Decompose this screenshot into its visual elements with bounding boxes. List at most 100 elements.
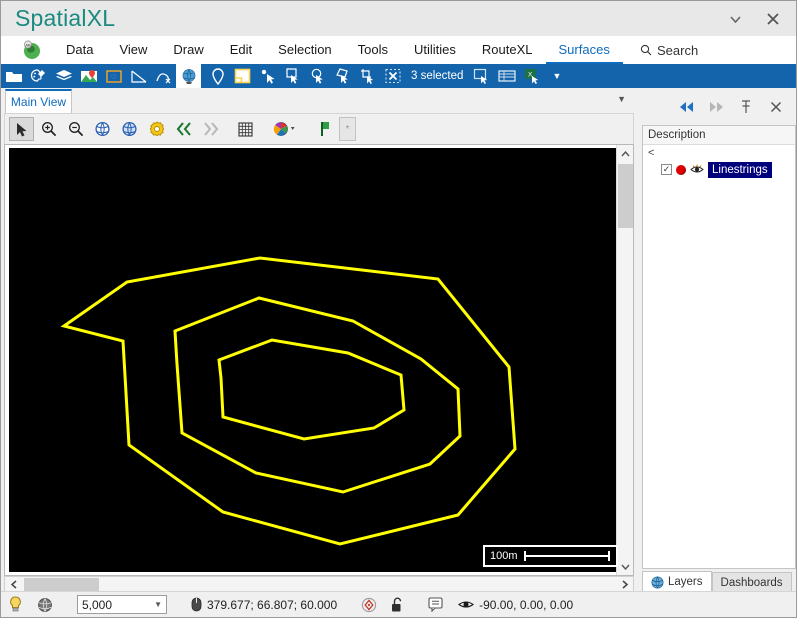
tree-collapse-row[interactable]: < [643,145,795,161]
scale-combo[interactable]: 5,000 ▼ [77,595,167,614]
mouse-icon [191,597,202,612]
chevron-down-icon[interactable] [617,558,634,575]
globe-layer-icon[interactable] [117,117,142,141]
menu-item-draw[interactable]: Draw [160,36,216,64]
lock-toggle-button[interactable] [384,592,411,618]
tab-main-view[interactable]: Main View [5,89,72,113]
view-orientation: -90.00, 0.00, 0.00 [451,592,580,618]
green-flag-icon[interactable] [312,117,337,141]
eye-icon[interactable] [690,164,704,176]
selection-status: 3 selected [411,70,464,82]
open-folder-icon[interactable] [1,64,26,88]
lightbulb-icon [8,596,23,613]
dock-header [642,90,796,123]
middle-contour [173,296,462,494]
copy-to-new-icon[interactable] [469,64,494,88]
polyline-delete-icon[interactable] [151,64,176,88]
layers-column-header[interactable]: Description [643,126,795,145]
layers-dock-panel: Description < ✓ Linestrings Layers Dashb… [638,88,796,593]
clear-selection-icon[interactable] [380,64,405,88]
scrollbar-thumb-vertical[interactable] [618,164,633,228]
pin-icon[interactable] [732,95,760,119]
map-marker-icon[interactable] [205,64,230,88]
palette-pencil-icon[interactable] [26,64,51,88]
snap-toggle-button[interactable] [354,592,384,618]
double-chevron-right-icon[interactable] [198,117,223,141]
layers-stack-icon[interactable] [51,64,76,88]
double-chevron-left-icon[interactable] [171,117,196,141]
menu-item-view[interactable]: View [106,36,160,64]
crop-select-icon[interactable] [355,64,380,88]
globe-icon [651,576,664,589]
unlock-icon [391,597,404,613]
eye-icon [458,599,475,610]
chevron-right-icon[interactable] [616,577,633,592]
chevron-down-icon[interactable] [720,7,750,31]
chevron-down-icon[interactable]: ▼ [154,600,162,609]
menu-item-selection[interactable]: Selection [265,36,344,64]
scale-bar-line [523,551,611,561]
scale-bar-label: 100m [490,550,518,562]
hint-lightbulb-button[interactable] [1,592,30,618]
app-globe-logo-icon[interactable]: AB [21,40,43,60]
rectangle-select-icon[interactable] [280,64,305,88]
gear-icon[interactable] [144,117,169,141]
list-item[interactable]: ✓ Linestrings [643,161,795,178]
close-icon[interactable] [762,95,790,119]
export-excel-icon[interactable]: X [519,64,544,88]
double-arrow-left-icon[interactable] [672,95,700,119]
chevron-down-icon[interactable]: ▼ [617,94,626,104]
globe-wire-icon [37,597,53,613]
search-button[interactable]: Search [640,36,698,64]
layer-visibility-checkbox[interactable]: ✓ [661,164,672,175]
layer-name-label[interactable]: Linestrings [708,161,772,178]
dock-tab-strip: Layers Dashboards [642,571,796,593]
asterisk-icon[interactable]: * [339,117,356,141]
measure-triangle-icon[interactable] [126,64,151,88]
borehole-icon[interactable] [101,64,126,88]
app-title: SpatialXL [15,5,116,31]
map-view-container: y x z [4,144,634,576]
menu-item-data[interactable]: Data [53,36,106,64]
zoom-out-icon[interactable] [63,117,88,141]
attribute-table-icon[interactable] [494,64,519,88]
point-select-icon[interactable] [255,64,280,88]
chevron-left-icon[interactable] [5,577,22,592]
tab-dashboards[interactable]: Dashboards [711,572,792,593]
circle-select-icon[interactable] [305,64,330,88]
polygon-select-icon[interactable] [330,64,355,88]
grid-icon[interactable] [233,117,258,141]
menu-bar: AB Data View Draw Edit Selection Tools U… [1,36,796,64]
map-canvas[interactable]: y x z [9,148,617,572]
close-icon[interactable] [758,7,788,31]
zoom-in-icon[interactable] [36,117,61,141]
chevron-up-icon[interactable] [617,145,634,162]
tab-layers[interactable]: Layers [642,571,712,593]
view-toolbar: * [4,113,634,144]
menu-item-utilities[interactable]: Utilities [401,36,469,64]
world-view-button[interactable] [30,592,60,618]
scale-combo-wrapper: 5,000 ▼ [70,592,174,618]
scrollbar-thumb-horizontal[interactable] [24,578,99,591]
color-palette-icon[interactable] [268,117,302,141]
globe-extents-icon[interactable] [90,117,115,141]
scale-value: 5,000 [82,597,113,612]
map-vertical-scrollbar[interactable] [616,145,633,575]
menu-item-routexl[interactable]: RouteXL [469,36,546,64]
menu-item-surfaces[interactable]: Surfaces [545,36,623,64]
chevron-down-icon[interactable]: ▼ [544,71,569,81]
menu-item-edit[interactable]: Edit [217,36,265,64]
message-log-button[interactable] [421,592,451,618]
layers-tree: Description < ✓ Linestrings [642,125,796,569]
scale-bar: 100m [483,545,618,567]
menu-item-tools[interactable]: Tools [345,36,401,64]
legend-note-icon[interactable] [230,64,255,88]
globe-stand-icon[interactable] [176,64,201,88]
tree-collapse-glyph[interactable]: < [648,147,654,159]
double-arrow-right-icon[interactable] [702,95,730,119]
arrow-pointer-icon[interactable] [9,117,34,141]
map-pin-image-icon[interactable] [76,64,101,88]
status-bar: 5,000 ▼ 379.677; 66.807; 60.000 -90.00, … [1,591,796,617]
search-label: Search [657,42,699,58]
layer-color-swatch[interactable] [676,164,686,175]
